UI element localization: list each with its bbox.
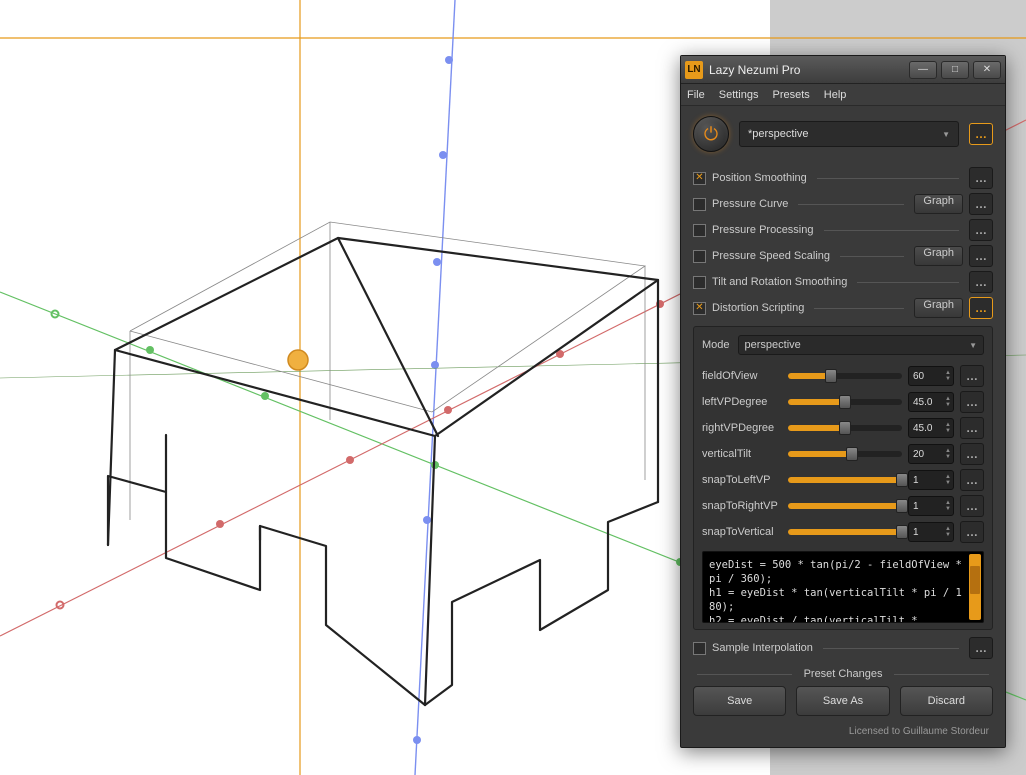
options-tilt-rotation[interactable]: …	[969, 271, 993, 293]
checkbox-distortion-scripting[interactable]: ✕	[693, 302, 706, 315]
mode-value: perspective	[745, 339, 801, 351]
param-options-snapToLeftVP[interactable]: …	[960, 469, 984, 491]
label-pressure-speed: Pressure Speed Scaling	[712, 250, 830, 262]
section-pressure-processing: Pressure Processing …	[693, 218, 993, 242]
param-row-verticalTilt: verticalTilt 20▲▼ …	[702, 441, 984, 467]
preset-changes-header: Preset Changes	[693, 668, 993, 680]
param-row-rightVPDegree: rightVPDegree 45.0▲▼ …	[702, 415, 984, 441]
param-value-verticalTilt[interactable]: 20▲▼	[908, 444, 954, 464]
checkbox-position-smoothing[interactable]: ✕	[693, 172, 706, 185]
scrollbar[interactable]	[969, 554, 981, 620]
preset-changes-label: Preset Changes	[796, 668, 891, 680]
mode-dropdown[interactable]: perspective ▼	[738, 335, 984, 355]
save-as-button[interactable]: Save As	[796, 686, 889, 716]
section-sample-interpolation: Sample Interpolation …	[693, 636, 993, 660]
param-value-snapToLeftVP[interactable]: 1▲▼	[908, 470, 954, 490]
param-row-snapToRightVP: snapToRightVP 1▲▼ …	[702, 493, 984, 519]
preset-name: *perspective	[748, 128, 809, 140]
graph-pressure-speed[interactable]: Graph	[914, 246, 963, 266]
preset-options-button[interactable]: …	[969, 123, 993, 145]
menubar: File Settings Presets Help	[681, 84, 1005, 106]
maximize-button[interactable]: □	[941, 61, 969, 79]
options-distortion-scripting[interactable]: …	[969, 297, 993, 319]
param-options-verticalTilt[interactable]: …	[960, 443, 984, 465]
label-tilt-rotation: Tilt and Rotation Smoothing	[712, 276, 847, 288]
param-options-fieldOfView[interactable]: …	[960, 365, 984, 387]
graph-pressure-curve[interactable]: Graph	[914, 194, 963, 214]
menu-settings[interactable]: Settings	[719, 89, 759, 101]
param-slider-fieldOfView[interactable]	[788, 373, 902, 379]
menu-help[interactable]: Help	[824, 89, 847, 101]
param-label: snapToVertical	[702, 526, 782, 538]
mode-label: Mode	[702, 339, 730, 351]
app-title: Lazy Nezumi Pro	[709, 63, 909, 77]
chevron-down-icon: ▼	[969, 341, 977, 350]
param-options-leftVPDegree[interactable]: …	[960, 391, 984, 413]
param-slider-verticalTilt[interactable]	[788, 451, 902, 457]
param-slider-snapToRightVP[interactable]	[788, 503, 902, 509]
label-position-smoothing: Position Smoothing	[712, 172, 807, 184]
menu-file[interactable]: File	[687, 89, 705, 101]
section-position-smoothing: ✕ Position Smoothing …	[693, 166, 993, 190]
param-row-snapToLeftVP: snapToLeftVP 1▲▼ …	[702, 467, 984, 493]
param-options-snapToRightVP[interactable]: …	[960, 495, 984, 517]
param-value-rightVPDegree[interactable]: 45.0▲▼	[908, 418, 954, 438]
app-icon: LN	[685, 61, 703, 79]
param-row-fieldOfView: fieldOfView 60▲▼ …	[702, 363, 984, 389]
close-button[interactable]: ✕	[973, 61, 1001, 79]
section-tilt-rotation: Tilt and Rotation Smoothing …	[693, 270, 993, 294]
power-toggle[interactable]: ⏻	[693, 116, 729, 152]
label-distortion-scripting: Distortion Scripting	[712, 302, 804, 314]
checkbox-pressure-processing[interactable]	[693, 224, 706, 237]
param-label: snapToLeftVP	[702, 474, 782, 486]
param-row-snapToVertical: snapToVertical 1▲▼ …	[702, 519, 984, 545]
script-editor[interactable]: eyeDist = 500 * tan(pi/2 - fieldOfView *…	[702, 551, 984, 623]
section-pressure-curve: Pressure Curve Graph …	[693, 192, 993, 216]
param-value-snapToVertical[interactable]: 1▲▼	[908, 522, 954, 542]
param-value-leftVPDegree[interactable]: 45.0▲▼	[908, 392, 954, 412]
label-pressure-curve: Pressure Curve	[712, 198, 788, 210]
param-slider-rightVPDegree[interactable]	[788, 425, 902, 431]
preset-dropdown[interactable]: *perspective ▼	[739, 121, 959, 147]
param-options-rightVPDegree[interactable]: …	[960, 417, 984, 439]
options-sample-interpolation[interactable]: …	[969, 637, 993, 659]
checkbox-pressure-curve[interactable]	[693, 198, 706, 211]
options-position-smoothing[interactable]: …	[969, 167, 993, 189]
save-button[interactable]: Save	[693, 686, 786, 716]
param-slider-leftVPDegree[interactable]	[788, 399, 902, 405]
discard-button[interactable]: Discard	[900, 686, 993, 716]
checkbox-pressure-speed[interactable]	[693, 250, 706, 263]
param-label: verticalTilt	[702, 448, 782, 460]
param-label: snapToRightVP	[702, 500, 782, 512]
options-pressure-speed[interactable]: …	[969, 245, 993, 267]
label-pressure-processing: Pressure Processing	[712, 224, 814, 236]
param-row-leftVPDegree: leftVPDegree 45.0▲▼ …	[702, 389, 984, 415]
checkbox-sample-interpolation[interactable]	[693, 642, 706, 655]
chevron-down-icon: ▼	[942, 130, 950, 139]
distortion-block: Mode perspective ▼ fieldOfView60▲▼…leftV…	[693, 326, 993, 630]
options-pressure-processing[interactable]: …	[969, 219, 993, 241]
param-label: leftVPDegree	[702, 396, 782, 408]
titlebar[interactable]: LN Lazy Nezumi Pro — □ ✕	[681, 56, 1005, 84]
checkbox-tilt-rotation[interactable]	[693, 276, 706, 289]
graph-distortion-scripting[interactable]: Graph	[914, 298, 963, 318]
param-value-fieldOfView[interactable]: 60▲▼	[908, 366, 954, 386]
param-label: fieldOfView	[702, 370, 782, 382]
label-sample-interpolation: Sample Interpolation	[712, 642, 813, 654]
minimize-button[interactable]: —	[909, 61, 937, 79]
param-slider-snapToVertical[interactable]	[788, 529, 902, 535]
script-text: eyeDist = 500 * tan(pi/2 - fieldOfView *…	[709, 559, 968, 623]
param-slider-snapToLeftVP[interactable]	[788, 477, 902, 483]
param-value-snapToRightVP[interactable]: 1▲▼	[908, 496, 954, 516]
license-text: Licensed to Guillaume Stordeur	[693, 722, 993, 739]
options-pressure-curve[interactable]: …	[969, 193, 993, 215]
section-pressure-speed: Pressure Speed Scaling Graph …	[693, 244, 993, 268]
menu-presets[interactable]: Presets	[772, 89, 809, 101]
section-distortion-scripting: ✕ Distortion Scripting Graph …	[693, 296, 993, 320]
app-panel: LN Lazy Nezumi Pro — □ ✕ File Settings P…	[680, 55, 1006, 748]
param-options-snapToVertical[interactable]: …	[960, 521, 984, 543]
param-label: rightVPDegree	[702, 422, 782, 434]
